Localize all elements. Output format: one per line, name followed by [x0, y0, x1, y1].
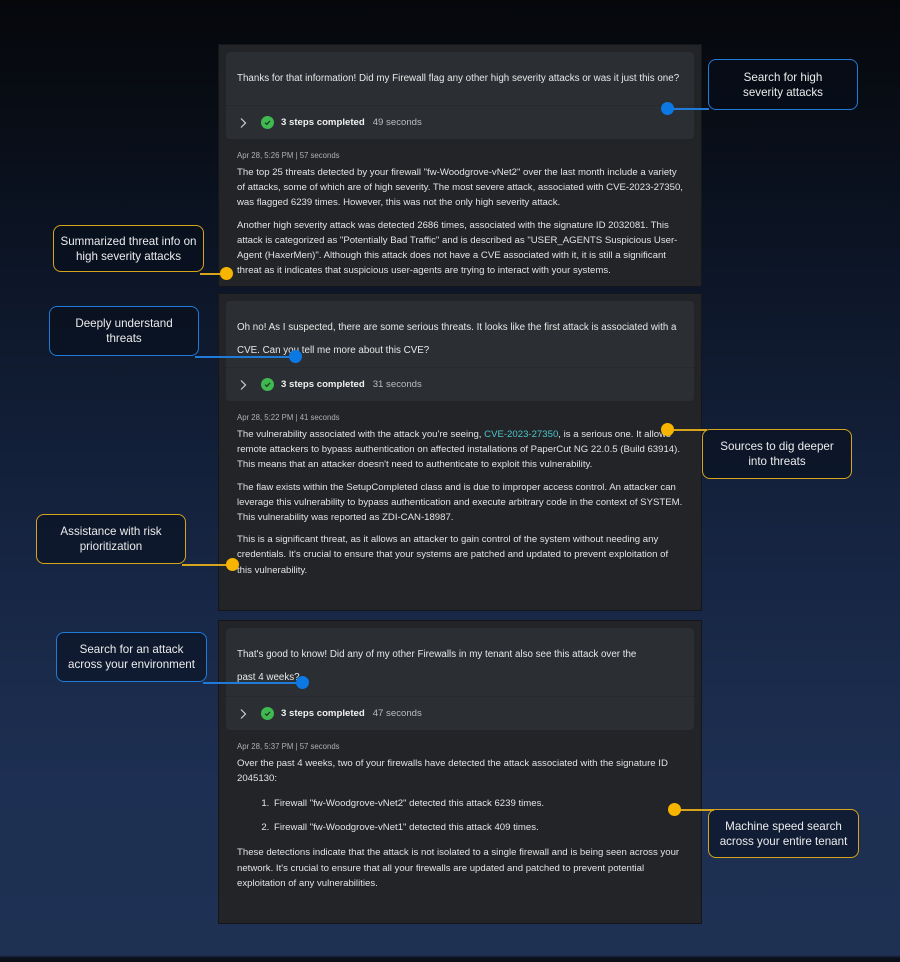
response-meta: Apr 28, 5:37 PM | 57 seconds [237, 742, 340, 751]
callout-search-attack-env: Search for an attack across your environ… [56, 632, 207, 682]
conversation-panel-3: That's good to know! Did any of my other… [218, 620, 702, 924]
response-paragraph: The vulnerability associated with the at… [237, 427, 683, 473]
steps-toggle[interactable]: 3 steps completed 49 seconds [226, 105, 694, 139]
response-meta: Apr 28, 5:22 PM | 41 seconds [237, 413, 340, 422]
list-item: Firewall "fw-Woodgrove-vNet1" detected t… [272, 820, 683, 835]
response-paragraph: The top 25 threats detected by your fire… [237, 167, 683, 209]
callout-machine-speed: Machine speed search across your entire … [708, 809, 859, 858]
response-body: The top 25 threats detected by your fire… [219, 165, 701, 278]
chevron-right-icon[interactable] [239, 117, 249, 129]
firewall-list: Firewall "fw-Woodgrove-vNet2" detected t… [237, 796, 683, 835]
response-body: The vulnerability associated with the at… [219, 427, 701, 578]
steps-label: 3 steps completed [281, 379, 365, 390]
text-span: The vulnerability associated with the at… [237, 429, 485, 440]
response-paragraph: Another high severity attack was detecte… [237, 219, 678, 277]
response-body: Over the past 4 weeks, two of your firew… [219, 756, 701, 891]
connector-dot [289, 350, 302, 363]
response-paragraph: The flaw exists within the SetupComplete… [237, 481, 683, 524]
response-paragraph: These detections indicate that the attac… [237, 847, 680, 889]
connector-dot [226, 558, 239, 571]
conversation-panel-1: Thanks for that information! Did my Fire… [218, 44, 702, 287]
response-paragraph: Over the past 4 weeks, two of your firew… [237, 758, 668, 785]
conversation-panel-2: Oh no! As I suspected, there are some se… [218, 293, 702, 611]
connector-dot [661, 102, 674, 115]
cve-link[interactable]: CVE-2023-27350 [484, 429, 558, 440]
list-item: Firewall "fw-Woodgrove-vNet2" detected t… [272, 796, 683, 811]
response-paragraph: This is a significant threat, as it allo… [237, 534, 669, 576]
check-circle-icon [261, 116, 274, 129]
connector-dot [296, 676, 309, 689]
chevron-right-icon[interactable] [239, 708, 249, 720]
steps-duration: 49 seconds [372, 117, 422, 128]
callout-risk-prioritization: Assistance with risk prioritization [36, 514, 186, 564]
connector-dot [220, 267, 233, 280]
callout-sources-dig-deeper: Sources to dig deeper into threats [702, 429, 852, 479]
steps-label: 3 steps completed [281, 117, 365, 128]
connector-dot [668, 803, 681, 816]
steps-toggle[interactable]: 3 steps completed 47 seconds [226, 696, 694, 730]
check-circle-icon [261, 378, 274, 391]
connector-line [182, 564, 232, 566]
steps-duration: 47 seconds [372, 708, 422, 719]
steps-duration: 31 seconds [372, 379, 422, 390]
callout-summarized-threat: Summarized threat info on high severity … [53, 225, 204, 272]
callout-deeply-understand: Deeply understand threats [49, 306, 199, 356]
connector-line [203, 682, 303, 684]
steps-toggle[interactable]: 3 steps completed 31 seconds [226, 367, 694, 401]
steps-label: 3 steps completed [281, 708, 365, 719]
connector-line [195, 356, 297, 358]
chevron-right-icon[interactable] [239, 379, 249, 391]
response-meta: Apr 28, 5:26 PM | 57 seconds [237, 151, 340, 160]
connector-dot [661, 423, 674, 436]
check-circle-icon [261, 707, 274, 720]
user-prompt-text: Thanks for that information! Did my Fire… [237, 73, 680, 84]
callout-search-high-severity: Search for high severity attacks [708, 59, 858, 110]
user-prompt-card: Thanks for that information! Did my Fire… [226, 52, 694, 139]
